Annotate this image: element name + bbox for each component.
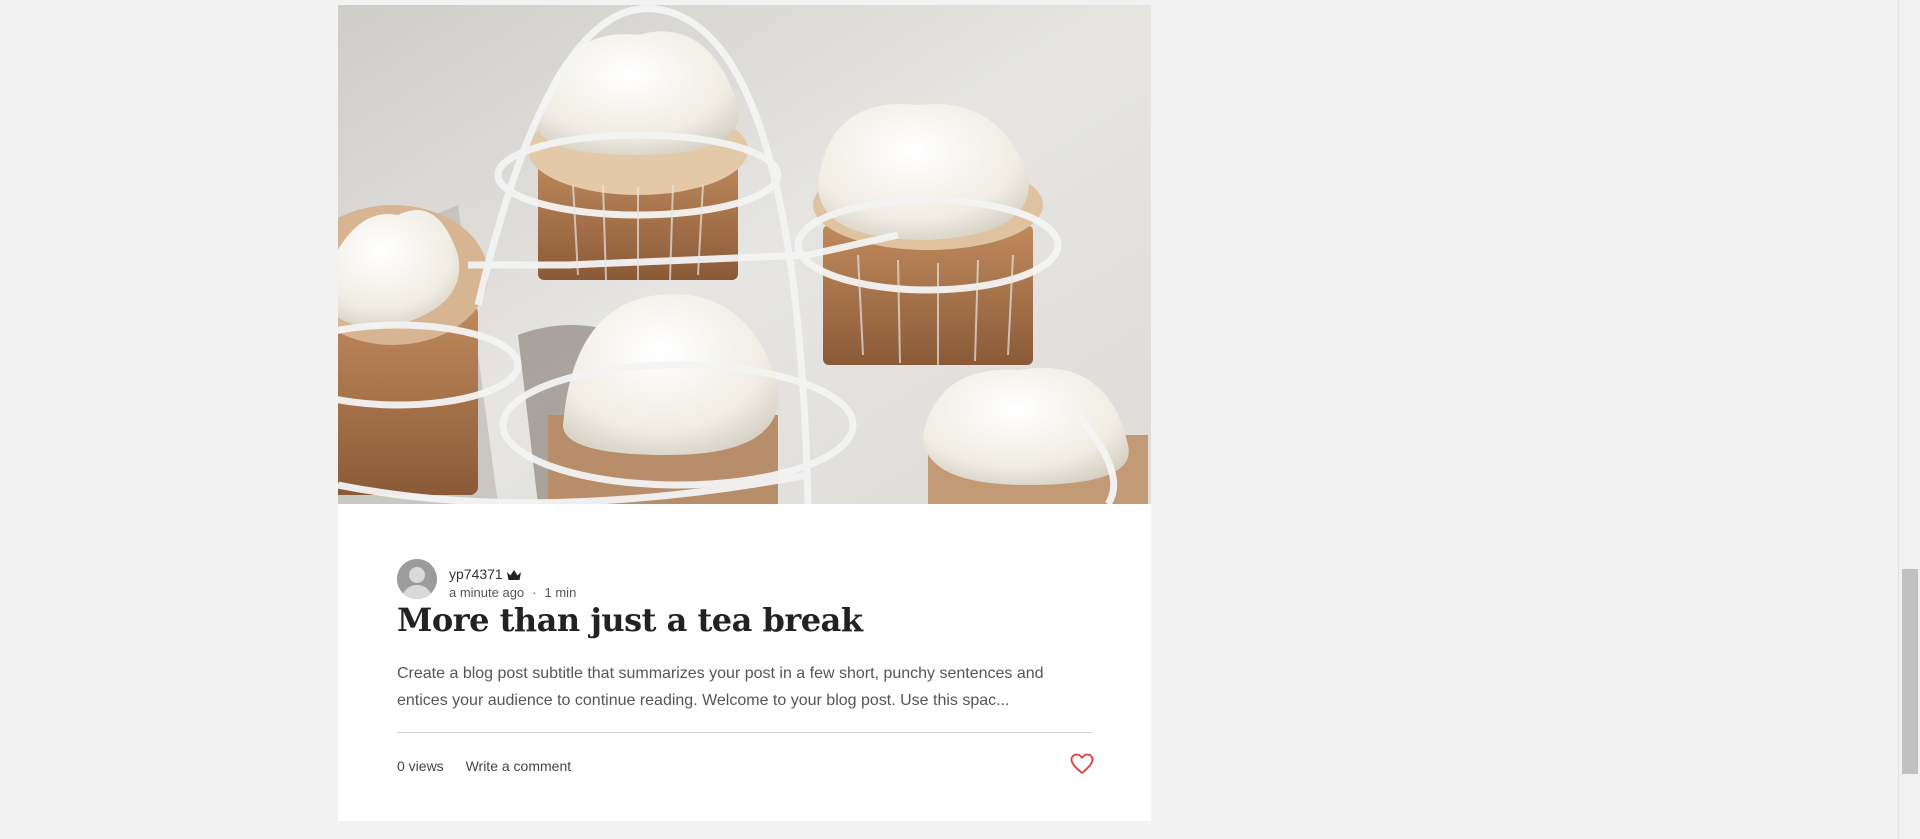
post-title[interactable]: More than just a tea break bbox=[397, 601, 863, 639]
post-stats: 0 views Write a comment bbox=[397, 758, 571, 774]
crown-icon bbox=[506, 568, 522, 580]
blog-post-card[interactable]: yp74371 a minute ago · 1 min More than j… bbox=[338, 5, 1151, 821]
scrollbar-thumb[interactable] bbox=[1902, 569, 1918, 774]
write-comment-link[interactable]: Write a comment bbox=[466, 758, 572, 774]
cupcakes-photo bbox=[338, 5, 1151, 504]
divider bbox=[397, 732, 1092, 733]
vertical-scrollbar[interactable] bbox=[1898, 0, 1920, 839]
avatar-placeholder-icon bbox=[397, 559, 437, 599]
page: yp74371 a minute ago · 1 min More than j… bbox=[0, 0, 1920, 839]
meta-separator: · bbox=[532, 585, 537, 600]
author-name[interactable]: yp74371 bbox=[449, 566, 503, 582]
post-excerpt[interactable]: Create a blog post subtitle that summari… bbox=[397, 660, 1097, 714]
heart-icon[interactable] bbox=[1070, 753, 1094, 775]
author-info: yp74371 a minute ago · 1 min bbox=[449, 566, 576, 600]
publish-date: a minute ago bbox=[449, 585, 525, 600]
post-cover-image[interactable] bbox=[338, 5, 1151, 504]
author-line: yp74371 bbox=[449, 566, 576, 582]
date-line: a minute ago · 1 min bbox=[449, 585, 576, 600]
author-avatar[interactable] bbox=[397, 559, 437, 599]
read-time: 1 min bbox=[544, 585, 577, 600]
views-count: 0 views bbox=[397, 758, 444, 774]
